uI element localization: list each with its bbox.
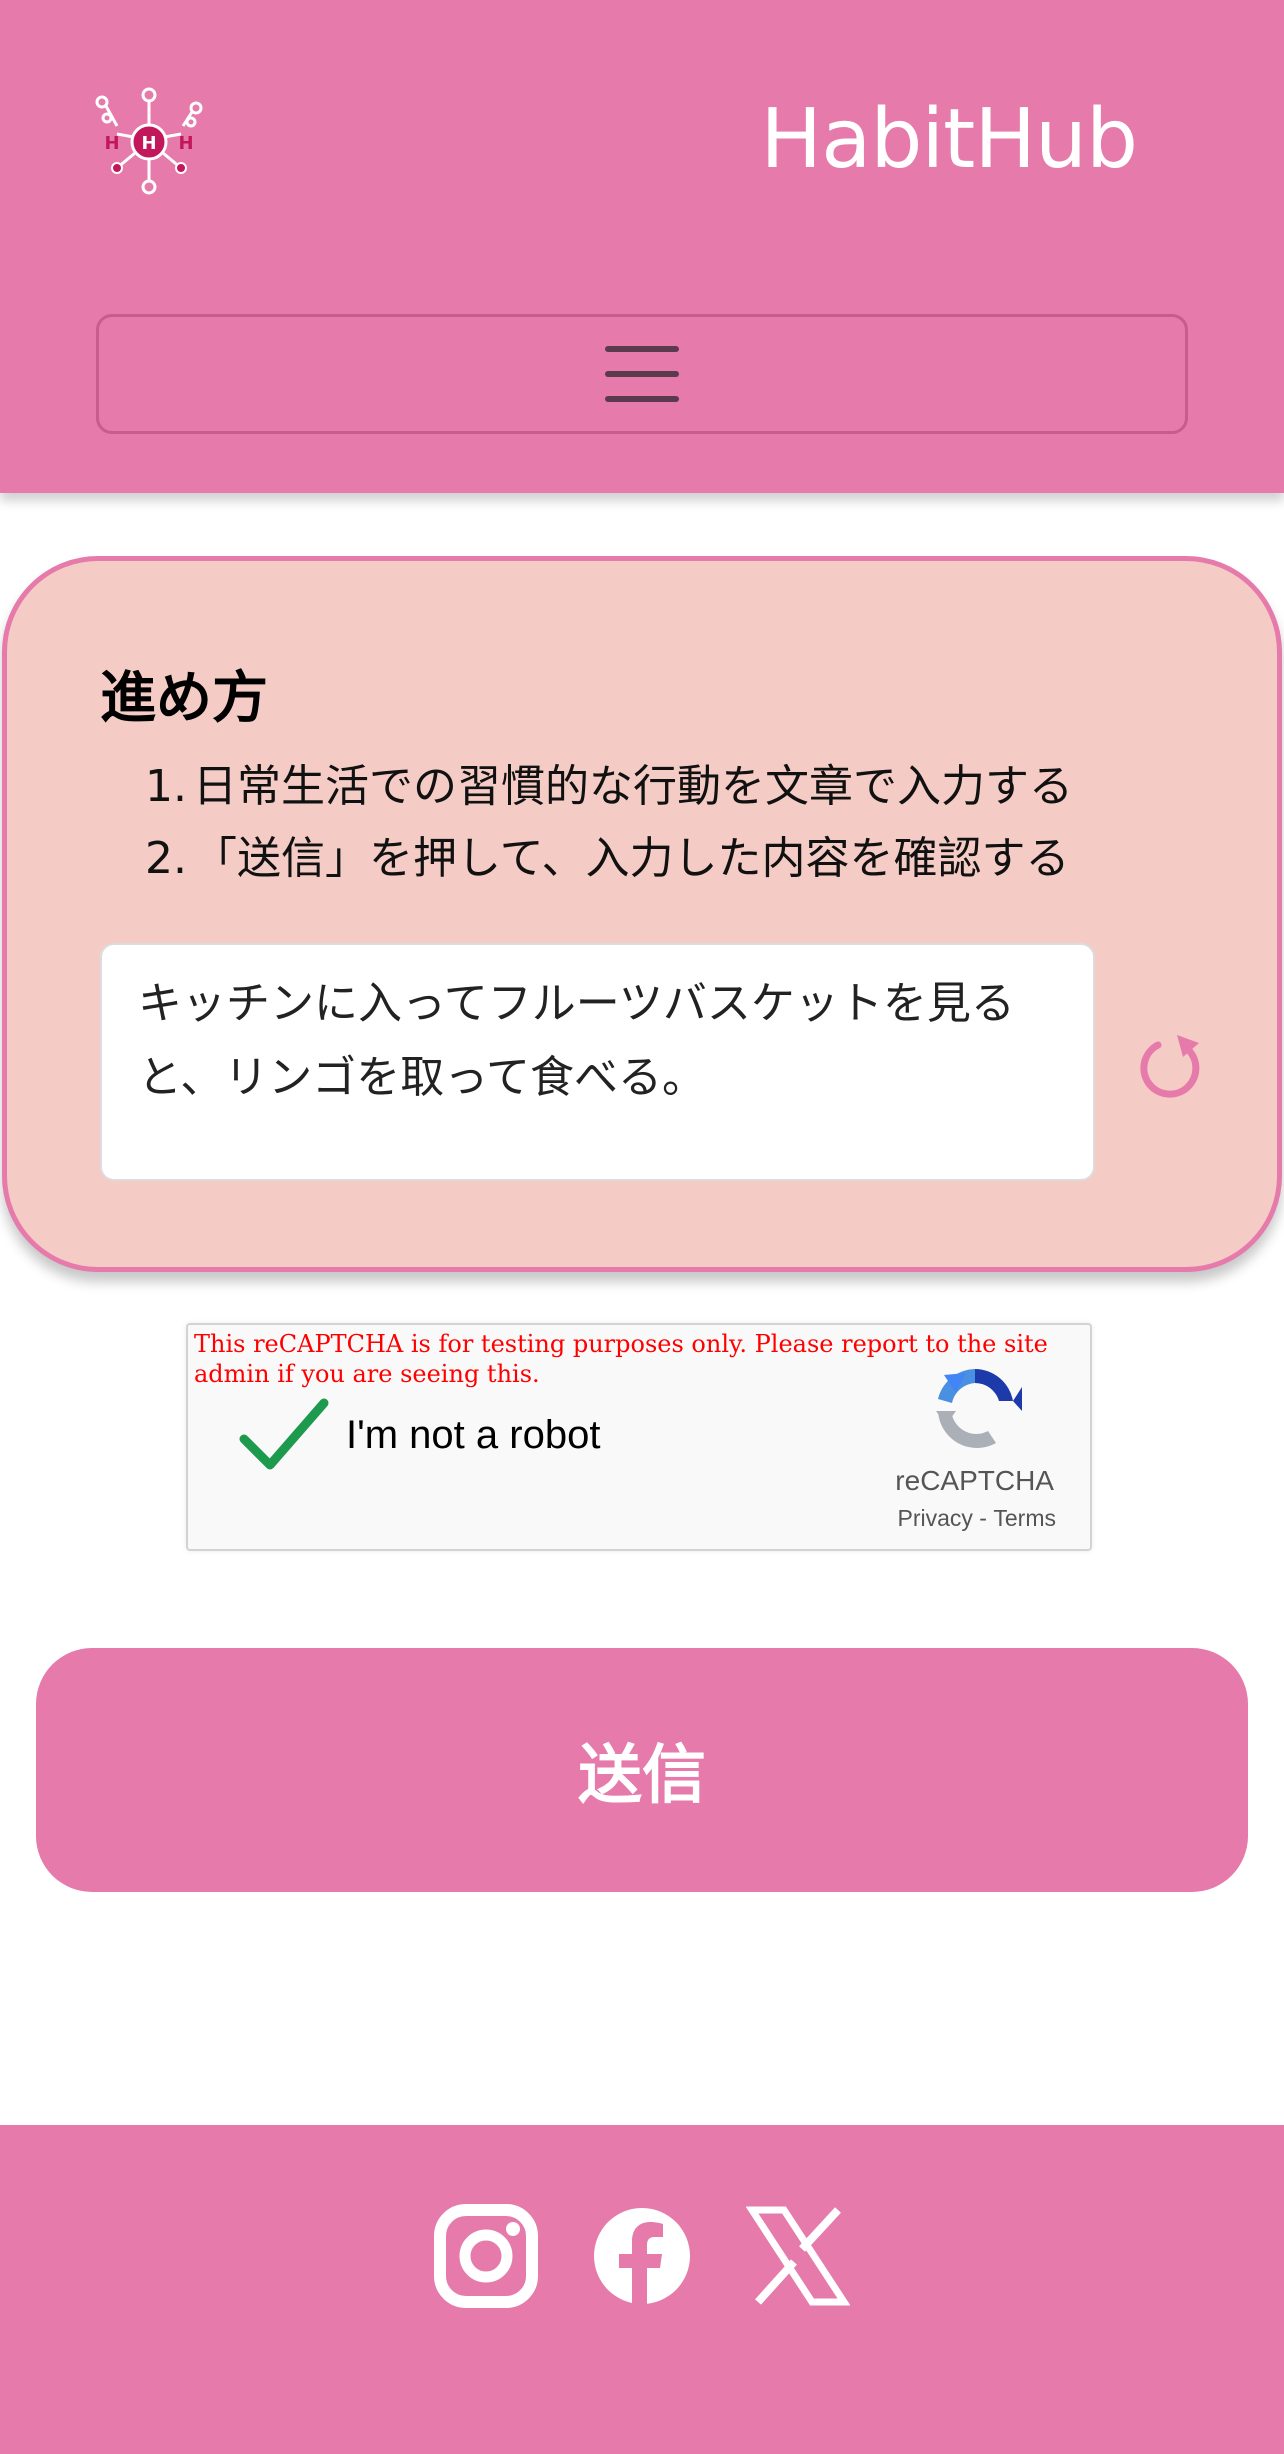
recaptcha-label: I'm not a robot	[346, 1413, 601, 1457]
recaptcha-checkbox[interactable]	[238, 1395, 330, 1475]
site-header: H H H HabitHub	[0, 0, 1284, 493]
logo-letter-center: H	[141, 133, 156, 154]
step-number: 1.	[145, 761, 187, 812]
instruction-step: 2. 「送信」を押して、入力した内容を確認する	[145, 823, 1073, 895]
reset-rotate-icon[interactable]	[1133, 1031, 1207, 1105]
recaptcha-widget: This reCAPTCHA is for testing purposes o…	[186, 1323, 1092, 1551]
logo-letter-right: H	[178, 133, 193, 154]
recaptcha-separator: -	[972, 1505, 994, 1531]
habithub-logo-icon[interactable]: H H H	[93, 86, 205, 198]
brand-name[interactable]: HabitHub	[760, 90, 1138, 190]
recaptcha-logo-icon	[926, 1359, 1024, 1457]
checkmark-icon	[239, 1398, 329, 1470]
facebook-icon[interactable]	[590, 2204, 694, 2308]
recaptcha-links: Privacy - Terms	[898, 1505, 1056, 1532]
menu-toggle-button[interactable]	[96, 314, 1188, 434]
step-text: 日常生活での習慣的な行動を文章で入力する	[193, 761, 1073, 812]
recaptcha-brand: reCAPTCHA	[895, 1465, 1054, 1496]
instruction-title: 進め方	[100, 666, 268, 731]
instruction-step: 1. 日常生活での習慣的な行動を文章で入力する	[145, 751, 1073, 823]
submit-button[interactable]: 送信	[36, 1648, 1248, 1892]
hamburger-menu-icon	[605, 346, 679, 402]
instagram-icon[interactable]	[434, 2204, 538, 2308]
instruction-steps: 1. 日常生活での習慣的な行動を文章で入力する 2. 「送信」を押して、入力した内容…	[145, 751, 1073, 895]
logo-letter-left: H	[104, 133, 119, 154]
recaptcha-terms-link[interactable]: Terms	[993, 1505, 1056, 1532]
recaptcha-privacy-link[interactable]: Privacy	[898, 1505, 973, 1532]
x-icon[interactable]	[746, 2204, 850, 2308]
habit-text-input[interactable]: キッチンに入ってフルーツバスケットを見ると、リンゴを取って食べる。	[100, 943, 1095, 1181]
step-number: 2.	[145, 833, 187, 884]
step-text: 「送信」を押して、入力した内容を確認する	[193, 833, 1070, 884]
instruction-card: 進め方 1. 日常生活での習慣的な行動を文章で入力する 2. 「送信」を押して、入力…	[2, 556, 1282, 1272]
